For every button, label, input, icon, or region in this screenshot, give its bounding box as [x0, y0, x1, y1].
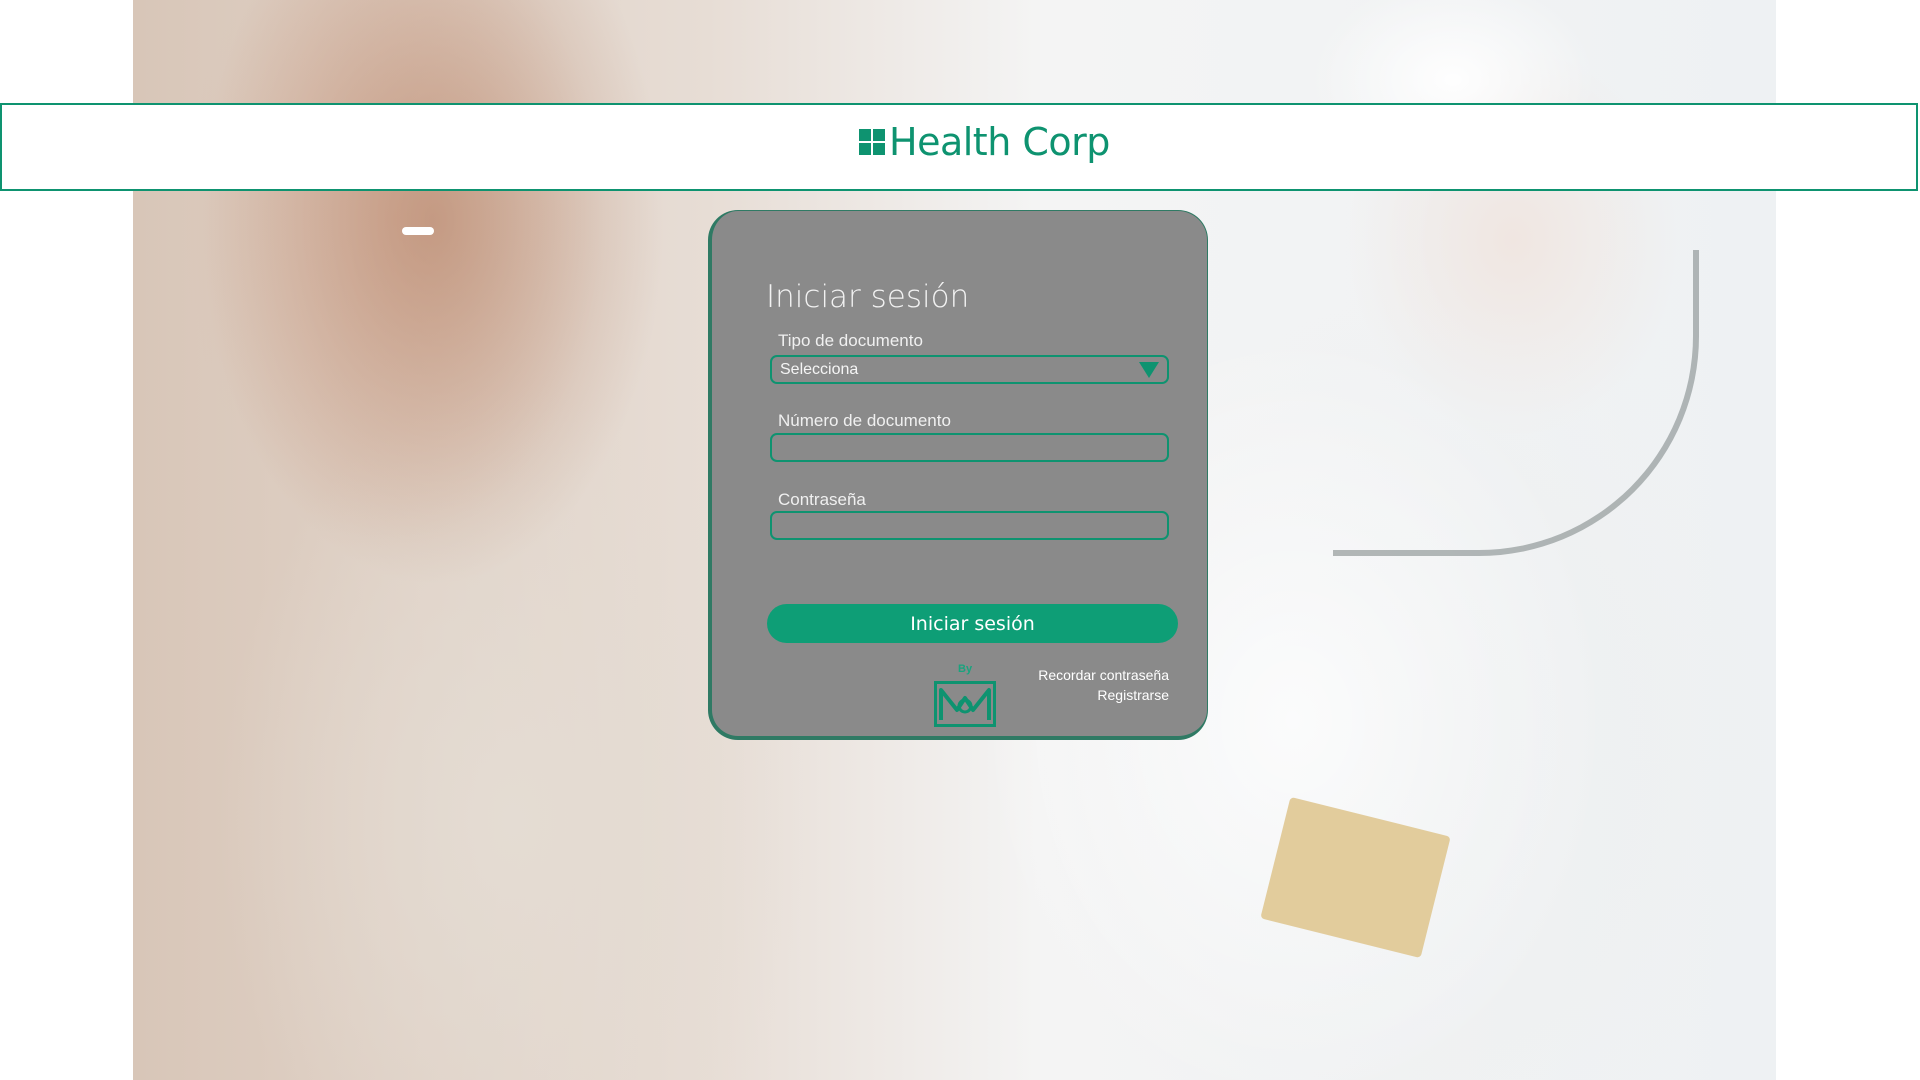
header-bar: Health Corp — [0, 103, 1918, 191]
document-number-input[interactable] — [770, 433, 1169, 462]
document-number-label: Número de documento — [778, 411, 951, 430]
password-label: Contraseña — [778, 490, 866, 509]
login-submit-button[interactable]: Iniciar sesión — [767, 604, 1178, 643]
document-type-value: Selecciona — [780, 361, 859, 378]
password-input[interactable] — [770, 511, 1169, 540]
document-type-select[interactable]: Selecciona — [770, 355, 1169, 384]
mn-logo-icon — [934, 681, 996, 727]
register-link[interactable]: Registrarse — [1038, 685, 1169, 705]
photo-patient-hair — [133, 0, 773, 640]
by-label: By — [958, 663, 973, 675]
brand-name: Health Corp — [889, 120, 1110, 164]
document-type-label: Tipo de documento — [778, 331, 923, 350]
medical-cross-icon — [859, 129, 887, 157]
brand-logo[interactable]: Health Corp — [859, 120, 1110, 164]
maker-logo: By — [932, 663, 1002, 735]
dash-marker — [402, 227, 434, 235]
remember-password-link[interactable]: Recordar contraseña — [1038, 665, 1169, 685]
login-card: Iniciar sesión Tipo de documento Selecci… — [708, 210, 1208, 740]
auth-links: Recordar contraseña Registrarse — [1038, 665, 1169, 705]
login-title: Iniciar sesión — [766, 279, 970, 315]
chevron-down-icon[interactable] — [1139, 362, 1159, 378]
